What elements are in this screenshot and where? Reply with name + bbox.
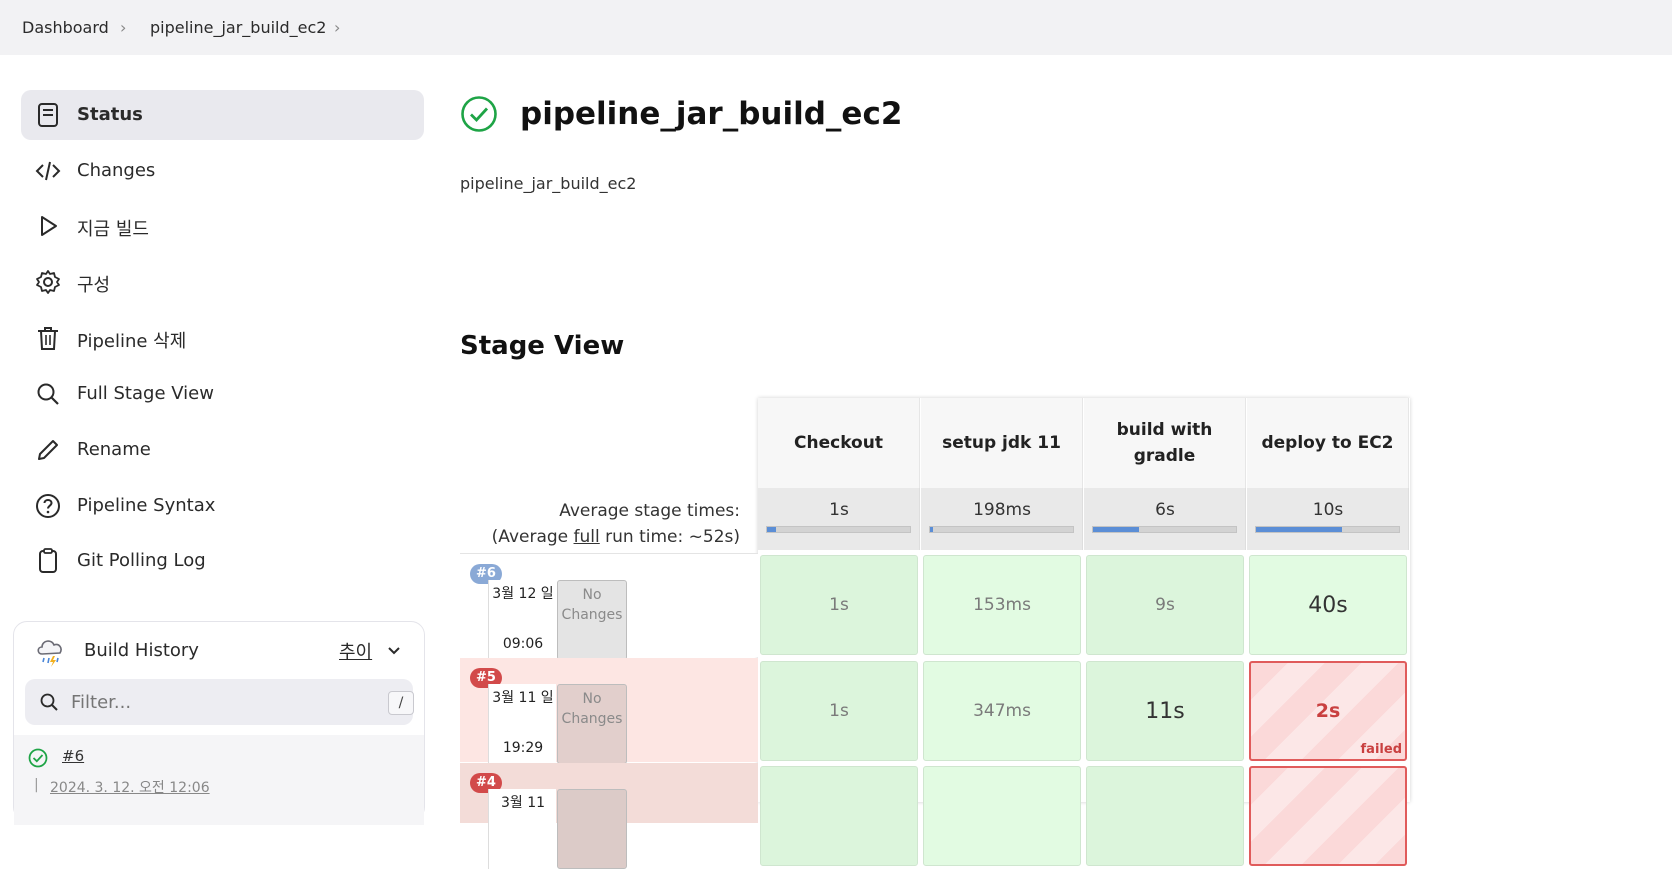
failed-label: failed	[1360, 742, 1402, 757]
sidebar-item-label: Status	[77, 104, 143, 125]
stage-cell[interactable]: 9s	[1086, 555, 1244, 655]
avg-time-bar	[766, 526, 911, 533]
stage-cell-failed[interactable]: 2s failed	[1249, 661, 1407, 761]
sidebar-item-changes[interactable]: Changes	[21, 146, 424, 196]
stage-cell[interactable]	[760, 766, 918, 866]
build-filter-input[interactable]	[71, 688, 351, 716]
breadcrumb-dashboard[interactable]: Dashboard	[22, 18, 109, 37]
no-changes-box	[557, 789, 627, 869]
trend-link[interactable]: 추이	[339, 638, 372, 664]
gear-icon	[36, 270, 60, 294]
run-row-info: #6 3월 12 일 09:06 No Changes	[460, 553, 758, 660]
sidebar-item-build-now[interactable]: 지금 빌드	[21, 201, 424, 251]
breadcrumb: Dashboard › pipeline_jar_build_ec2 ›	[0, 0, 1672, 55]
success-status-icon	[461, 96, 497, 132]
stage-cell[interactable]: 347ms	[923, 661, 1081, 761]
run-date: 3월 11 일 19:29	[488, 684, 556, 764]
sidebar-item-delete-pipeline[interactable]: Pipeline 삭제	[21, 313, 424, 363]
breadcrumb-job[interactable]: pipeline_jar_build_ec2	[150, 18, 326, 37]
stage-header-checkout: Checkout	[758, 398, 920, 488]
code-icon	[35, 161, 61, 181]
build-number-link[interactable]: #6	[62, 747, 84, 765]
stage-cell[interactable]	[923, 766, 1081, 866]
sidebar-item-label: Pipeline Syntax	[77, 495, 216, 516]
sidebar-item-label: Rename	[77, 439, 151, 460]
sidebar-item-label: Pipeline 삭제	[77, 331, 187, 352]
run-date: 3월 12 일 09:06	[488, 580, 556, 660]
build-filter-box: /	[25, 679, 414, 725]
stage-cell[interactable]: 11s	[1086, 661, 1244, 761]
build-date-link[interactable]: 2024. 3. 12. 오전 12:06	[50, 777, 210, 797]
avg-time-cell: 10s	[1247, 488, 1409, 550]
play-icon	[41, 216, 57, 236]
sidebar-item-label: Full Stage View	[77, 383, 214, 404]
sidebar-item-rename[interactable]: Rename	[21, 425, 424, 475]
no-changes-box: No Changes	[557, 580, 627, 660]
stage-cell[interactable]: 1s	[760, 555, 918, 655]
avg-time-cell: 1s	[758, 488, 920, 550]
search-icon	[37, 383, 59, 405]
avg-time-cell: 198ms	[921, 488, 1083, 550]
stage-view-title: Stage View	[460, 331, 625, 361]
clipboard-icon	[39, 548, 57, 573]
help-icon	[36, 494, 60, 518]
chevron-right-icon: ›	[120, 18, 127, 37]
run-row-info: #4 3월 11	[460, 763, 758, 869]
sidebar-item-status[interactable]: Status	[21, 90, 424, 140]
search-icon	[40, 693, 58, 711]
trash-icon	[38, 327, 58, 350]
full-run-link[interactable]: full	[574, 527, 600, 547]
page-title: pipeline_jar_build_ec2	[520, 96, 903, 132]
avg-time-cell: 6s	[1084, 488, 1246, 550]
stage-header-setup-jdk: setup jdk 11	[921, 398, 1083, 488]
avg-time-bar	[1092, 526, 1237, 533]
sidebar-item-git-polling-log[interactable]: Git Polling Log	[21, 536, 424, 586]
stage-cell[interactable]: 153ms	[923, 555, 1081, 655]
stage-cell[interactable]	[1086, 766, 1244, 866]
build-history-title: Build History	[84, 640, 199, 661]
job-description: pipeline_jar_build_ec2	[460, 174, 637, 193]
run-row-info: #5 3월 11 일 19:29 No Changes	[460, 658, 758, 764]
stage-header-build-gradle: build with gradle	[1084, 398, 1246, 488]
average-times-label: Average stage times: (Average full run t…	[491, 501, 740, 547]
success-icon	[28, 748, 48, 768]
no-changes-box: No Changes	[557, 684, 627, 764]
stage-cell[interactable]: 1s	[760, 661, 918, 761]
stage-header-deploy-ec2: deploy to EC2	[1247, 398, 1409, 488]
sidebar-item-label: Changes	[77, 160, 156, 181]
build-history-entry[interactable]: #6 | 2024. 3. 12. 오전 12:06	[14, 735, 424, 825]
keyboard-shortcut-hint: /	[388, 691, 414, 715]
sidebar-item-pipeline-syntax[interactable]: Pipeline Syntax	[21, 481, 424, 531]
chevron-right-icon[interactable]: ›	[334, 18, 340, 37]
chevron-down-icon[interactable]	[386, 643, 402, 659]
avg-time-bar	[929, 526, 1074, 533]
status-icon	[38, 103, 58, 127]
stage-cell[interactable]: 40s	[1249, 555, 1407, 655]
sidebar-item-full-stage-view[interactable]: Full Stage View	[21, 369, 424, 419]
avg-time-bar	[1255, 526, 1400, 533]
run-date: 3월 11	[488, 789, 556, 869]
sidebar-item-label: 지금 빌드	[77, 219, 149, 240]
sidebar-item-configure[interactable]: 구성	[21, 257, 424, 307]
pencil-icon	[38, 440, 58, 460]
stage-cell-failed[interactable]	[1249, 766, 1407, 866]
build-history-panel: Build History 추이 / #6 | 2024. 3. 12. 오전 …	[13, 621, 425, 825]
sidebar-item-label: 구성	[77, 275, 111, 296]
sidebar-item-label: Git Polling Log	[77, 550, 206, 571]
timeline-divider: |	[34, 777, 39, 793]
weather-storm-icon	[37, 640, 62, 667]
